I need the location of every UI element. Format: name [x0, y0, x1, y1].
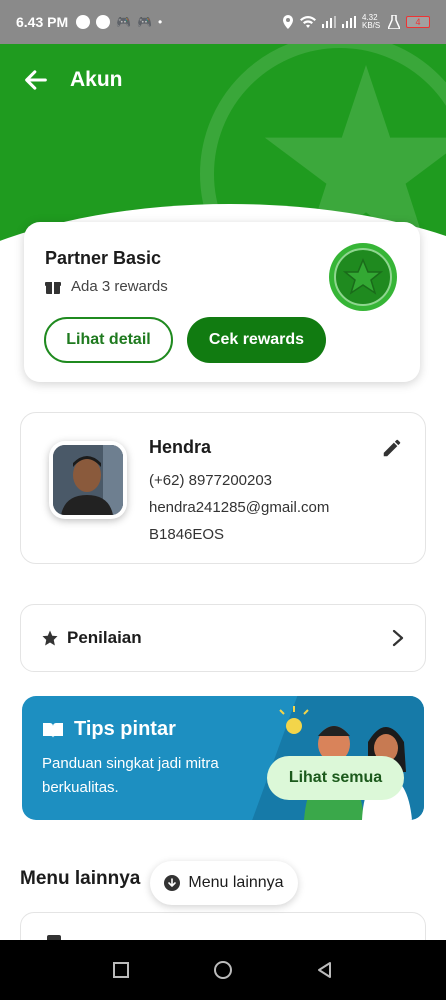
- signal-icon: [342, 16, 356, 28]
- location-icon: [283, 15, 293, 29]
- tips-title-text: Tips pintar: [74, 718, 176, 740]
- page-title: Akun: [70, 68, 123, 91]
- profile-card[interactable]: Hendra (+62) 8977200203 hendra241285@gma…: [20, 412, 426, 564]
- profile-plate: B1846EOS: [149, 526, 225, 543]
- rating-menu-item[interactable]: Penilaian: [20, 604, 426, 672]
- more-menu-heading: Menu lainnya: [20, 868, 141, 889]
- rewards-info: Ada 3 rewards: [45, 278, 168, 295]
- see-all-tips-button[interactable]: Lihat semua: [267, 756, 404, 800]
- status-time: 6.43 PM: [16, 14, 69, 30]
- tips-description: Panduan singkat jadi mitra berkualitas.: [42, 755, 219, 796]
- partner-card: Partner Basic Ada 3 rewards Lihat detail…: [24, 222, 420, 382]
- avatar: [49, 441, 127, 519]
- gamepad-icon: 🎮: [137, 15, 153, 29]
- home-circle-icon[interactable]: [213, 960, 233, 980]
- book-icon: [43, 722, 63, 738]
- edit-pencil-icon[interactable]: [381, 437, 403, 459]
- whatsapp-icon: [96, 15, 111, 29]
- flask-icon: [388, 15, 400, 29]
- app-icon: [76, 15, 91, 29]
- status-bar: 6.43 PM 🎮 🎮 • 4.32 KB/S 4: [0, 0, 446, 44]
- profile-email: hendra241285@gmail.com: [149, 499, 330, 516]
- wifi-icon: [300, 16, 316, 28]
- recents-square-icon[interactable]: [111, 960, 131, 980]
- partner-badge-icon: [329, 243, 397, 311]
- check-rewards-button[interactable]: Cek rewards: [187, 317, 326, 363]
- dot-icon: •: [158, 15, 163, 29]
- more-menu-pill-label: Menu lainnya: [188, 874, 284, 891]
- profile-phone: (+62) 8977200203: [149, 472, 273, 489]
- avatar-photo: [53, 445, 123, 515]
- profile-name: Hendra: [149, 437, 212, 457]
- back-arrow-icon[interactable]: [22, 66, 50, 94]
- tips-title: Tips pintar: [42, 718, 176, 741]
- arrow-down-circle-icon: [164, 875, 181, 891]
- tips-banner[interactable]: Tips pintar Panduan singkat jadi mitra b…: [22, 696, 424, 820]
- view-detail-button[interactable]: Lihat detail: [44, 317, 173, 363]
- system-icons: 4.32 KB/S 4: [282, 14, 430, 30]
- more-menu-scroll-pill[interactable]: Menu lainnya: [150, 861, 298, 905]
- battery-icon: 4: [406, 16, 430, 28]
- network-speed: 4.32 KB/S: [362, 13, 381, 30]
- partner-level-title: Partner Basic: [45, 248, 162, 268]
- rewards-count-text: Ada 3 rewards: [71, 278, 168, 295]
- gift-icon: [45, 281, 61, 294]
- rating-label: Penilaian: [67, 628, 142, 647]
- system-nav-bar: [0, 940, 446, 1000]
- gamepad-icon: 🎮: [116, 15, 132, 29]
- user-photo-icon: [53, 445, 123, 515]
- signal-icon: [322, 16, 336, 28]
- back-triangle-icon[interactable]: [315, 960, 335, 980]
- star-icon: [42, 630, 58, 646]
- notification-icons: 🎮 🎮 •: [76, 15, 162, 29]
- chevron-right-icon: [392, 629, 404, 647]
